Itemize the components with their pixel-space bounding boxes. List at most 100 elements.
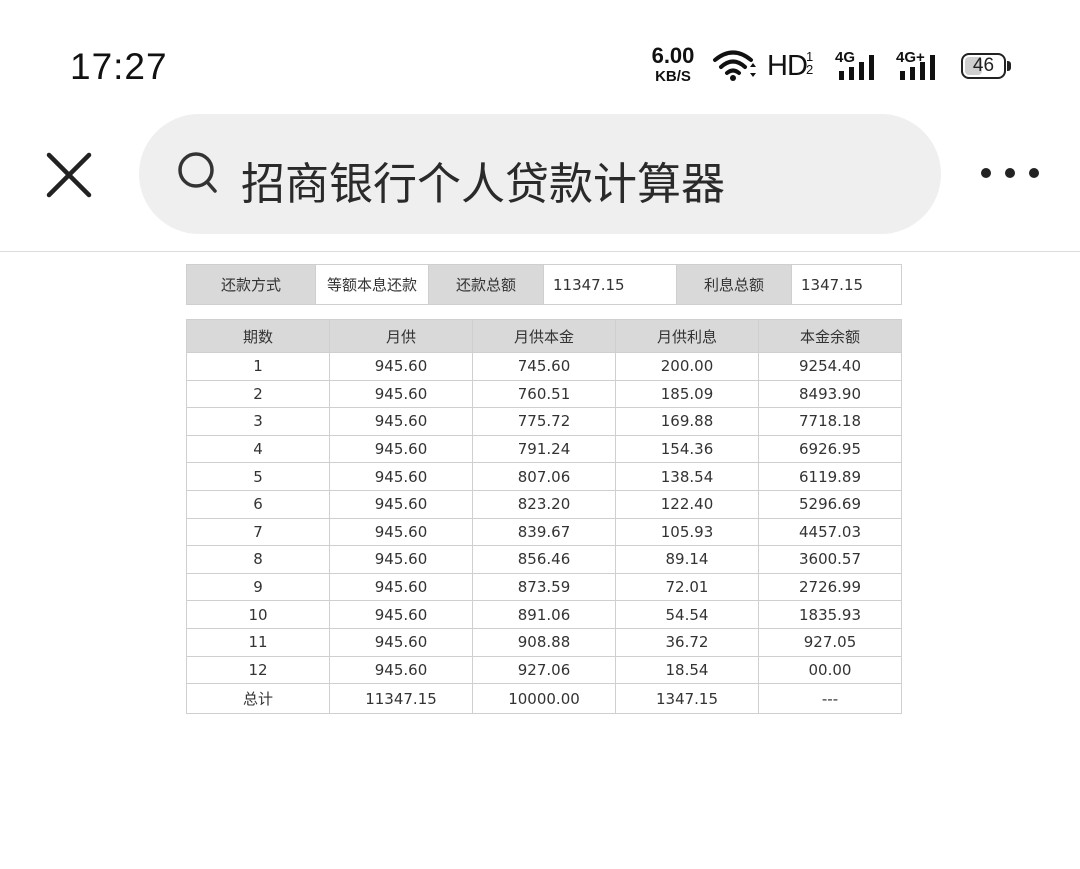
- table-cell: 4: [186, 434, 330, 464]
- close-icon[interactable]: [44, 150, 94, 200]
- table-cell: 908.88: [472, 627, 616, 657]
- table-cell: 945.60: [329, 627, 473, 657]
- column-header: 本金余额: [758, 319, 902, 353]
- network-speed: 6.00 KB/S: [648, 43, 698, 85]
- loan-summary-table: 还款方式 等额本息还款 还款总额 11347.15 利息总额 1347.15: [186, 264, 902, 305]
- table-cell: 7: [186, 517, 330, 547]
- table-cell: 4457.03: [758, 517, 902, 547]
- table-cell: 138.54: [615, 462, 759, 491]
- battery-percent: 46: [972, 55, 995, 76]
- table-cell: 11347.15: [329, 683, 473, 715]
- table-cell: 12: [186, 655, 330, 685]
- table-cell: 891.06: [472, 600, 616, 629]
- search-icon: [178, 152, 217, 193]
- battery-icon: 46: [961, 53, 1011, 79]
- table-cell: 927.05: [758, 627, 902, 657]
- signal-4g-icon: 4G: [835, 49, 874, 80]
- table-cell: 1347.15: [615, 683, 759, 715]
- table-cell: 5296.69: [758, 489, 902, 519]
- total-repay-label: 还款总额: [428, 264, 544, 305]
- table-row: 6 945.60 823.20 122.40 5296.69: [186, 489, 902, 519]
- column-header: 月供: [329, 319, 473, 353]
- table-cell: 18.54: [615, 655, 759, 685]
- table-cell: 945.60: [329, 572, 473, 602]
- table-cell: 775.72: [472, 407, 616, 436]
- table-cell: 00.00: [758, 655, 902, 685]
- table-row: 8 945.60 856.46 89.14 3600.57: [186, 545, 902, 574]
- table-cell: 945.60: [329, 379, 473, 409]
- table-cell: 169.88: [615, 407, 759, 436]
- hd-sim-bottom: 2: [806, 62, 814, 77]
- wifi-icon: [713, 50, 756, 81]
- table-cell: 8493.90: [758, 379, 902, 409]
- table-cell: 760.51: [472, 379, 616, 409]
- table-row: 12 945.60 927.06 18.54 00.00: [186, 655, 902, 685]
- table-cell: 7718.18: [758, 407, 902, 436]
- table-cell: 945.60: [329, 489, 473, 519]
- table-cell: 54.54: [615, 600, 759, 629]
- table-cell: 873.59: [472, 572, 616, 602]
- table-cell: 945.60: [329, 352, 473, 381]
- table-total-row: 总计 11347.15 10000.00 1347.15 ---: [186, 683, 902, 715]
- table-cell: 105.93: [615, 517, 759, 547]
- table-header-row: 期数 月供 月供本金 月供利息 本金余额: [186, 319, 902, 353]
- more-icon[interactable]: [978, 158, 1042, 188]
- hd-sim-indicator: 1 2: [806, 50, 813, 76]
- status-bar: 17:27 6.00 KB/S HD 1 2 4G 4G+ 46: [0, 0, 1080, 110]
- table-cell: 6926.95: [758, 434, 902, 464]
- table-row: 1 945.60 745.60 200.00 9254.40: [186, 352, 902, 381]
- table-cell: 927.06: [472, 655, 616, 685]
- table-cell: 185.09: [615, 379, 759, 409]
- table-cell: 945.60: [329, 407, 473, 436]
- column-header: 月供利息: [615, 319, 759, 353]
- table-cell: 89.14: [615, 545, 759, 574]
- total-interest-value: 1347.15: [791, 264, 902, 305]
- table-row: 9 945.60 873.59 72.01 2726.99: [186, 572, 902, 602]
- table-cell: 36.72: [615, 627, 759, 657]
- total-repay-value: 11347.15: [543, 264, 677, 305]
- table-cell: 10: [186, 600, 330, 629]
- table-cell: 72.01: [615, 572, 759, 602]
- table-row: 5 945.60 807.06 138.54 6119.89: [186, 462, 902, 491]
- table-cell: 2726.99: [758, 572, 902, 602]
- table-row: 11 945.60 908.88 36.72 927.05: [186, 627, 902, 657]
- table-cell: ---: [758, 683, 902, 715]
- signal-4g-plus-icon: 4G+: [896, 49, 935, 80]
- search-query[interactable]: 招商银行个人贷款计算器: [241, 148, 725, 212]
- table-cell: 945.60: [329, 600, 473, 629]
- table-row: 7 945.60 839.67 105.93 4457.03: [186, 517, 902, 547]
- search-box[interactable]: 招商银行个人贷款计算器: [139, 114, 941, 234]
- table-cell: 总计: [186, 683, 330, 715]
- table-cell: 3: [186, 407, 330, 436]
- table-cell: 154.36: [615, 434, 759, 464]
- table-cell: 945.60: [329, 462, 473, 491]
- table-cell: 6: [186, 489, 330, 519]
- table-cell: 807.06: [472, 462, 616, 491]
- table-row: 2 945.60 760.51 185.09 8493.90: [186, 379, 902, 409]
- summary-row: 还款方式 等额本息还款 还款总额 11347.15 利息总额 1347.15: [186, 264, 902, 305]
- header-divider: [0, 251, 1080, 252]
- table-cell: 945.60: [329, 517, 473, 547]
- signal-4g-label: 4G: [835, 49, 855, 66]
- table-cell: 5: [186, 462, 330, 491]
- repayment-schedule-table: 期数 月供 月供本金 月供利息 本金余额 1 945.60 745.60 200.00…: [186, 319, 902, 715]
- repay-method-value: 等额本息还款: [315, 264, 429, 305]
- table-cell: 856.46: [472, 545, 616, 574]
- table-cell: 9254.40: [758, 352, 902, 381]
- table-cell: 8: [186, 545, 330, 574]
- column-header: 月供本金: [472, 319, 616, 353]
- table-cell: 1835.93: [758, 600, 902, 629]
- table-cell: 6119.89: [758, 462, 902, 491]
- table-row: 10 945.60 891.06 54.54 1835.93: [186, 600, 902, 629]
- table-cell: 2: [186, 379, 330, 409]
- column-header: 期数: [186, 319, 330, 353]
- table-cell: 945.60: [329, 655, 473, 685]
- hd-voice-icon: HD: [767, 50, 808, 82]
- network-speed-unit: KB/S: [655, 68, 691, 85]
- table-cell: 122.40: [615, 489, 759, 519]
- table-cell: 791.24: [472, 434, 616, 464]
- network-speed-value: 6.00: [651, 43, 695, 68]
- table-cell: 3600.57: [758, 545, 902, 574]
- table-cell: 1: [186, 352, 330, 381]
- table-row: 3 945.60 775.72 169.88 7718.18: [186, 407, 902, 436]
